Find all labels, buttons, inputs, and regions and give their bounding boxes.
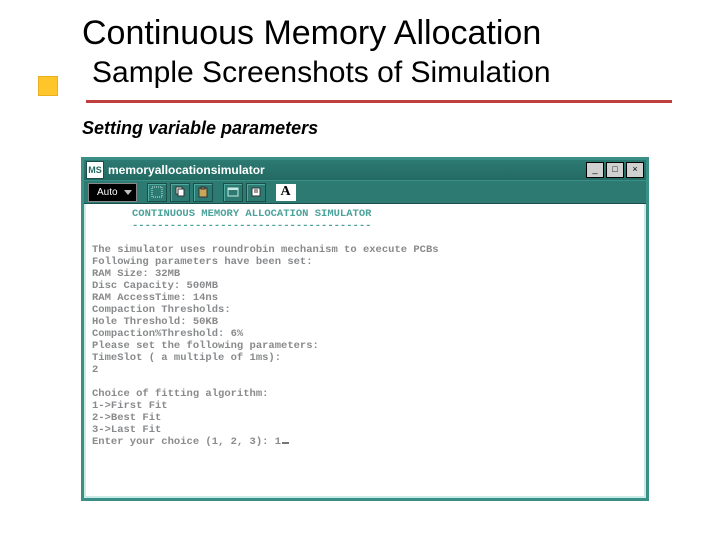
accent-square xyxy=(38,76,58,96)
toolbar: Auto A xyxy=(84,180,646,204)
font-preview[interactable]: A xyxy=(276,184,296,201)
console-header-dashes: -------------------------------------- xyxy=(92,220,371,232)
window-title: memoryallocationsimulator xyxy=(108,163,586,177)
font-size-dropdown[interactable]: Auto xyxy=(88,183,137,202)
fullscreen-button[interactable] xyxy=(223,183,243,202)
close-button[interactable]: × xyxy=(626,162,644,178)
mark-button[interactable] xyxy=(147,183,167,202)
properties-button[interactable] xyxy=(246,183,266,202)
copy-button[interactable] xyxy=(170,183,190,202)
slide-caption: Setting variable parameters xyxy=(82,118,318,139)
paste-button[interactable] xyxy=(193,183,213,202)
console-output[interactable]: CONTINUOUS MEMORY ALLOCATION SIMULATOR -… xyxy=(86,204,644,496)
titlebar[interactable]: MS memoryallocationsimulator _ □ × xyxy=(84,160,646,180)
slide: Continuous Memory Allocation Sample Scre… xyxy=(0,0,720,540)
dropdown-value: Auto xyxy=(97,187,118,198)
simulator-window: MS memoryallocationsimulator _ □ × Auto xyxy=(82,158,648,500)
minimize-button[interactable]: _ xyxy=(586,162,604,178)
text-cursor xyxy=(282,442,289,444)
system-menu-icon[interactable]: MS xyxy=(86,161,104,179)
window-buttons: _ □ × xyxy=(586,162,644,178)
title-underline xyxy=(86,100,672,103)
slide-title-1: Continuous Memory Allocation xyxy=(82,14,541,53)
slide-title-2: Sample Screenshots of Simulation xyxy=(92,56,551,90)
chevron-down-icon xyxy=(124,190,132,195)
maximize-button[interactable]: □ xyxy=(606,162,624,178)
console-body: The simulator uses roundrobin mechanism … xyxy=(92,244,439,448)
console-header: CONTINUOUS MEMORY ALLOCATION SIMULATOR xyxy=(92,208,371,220)
